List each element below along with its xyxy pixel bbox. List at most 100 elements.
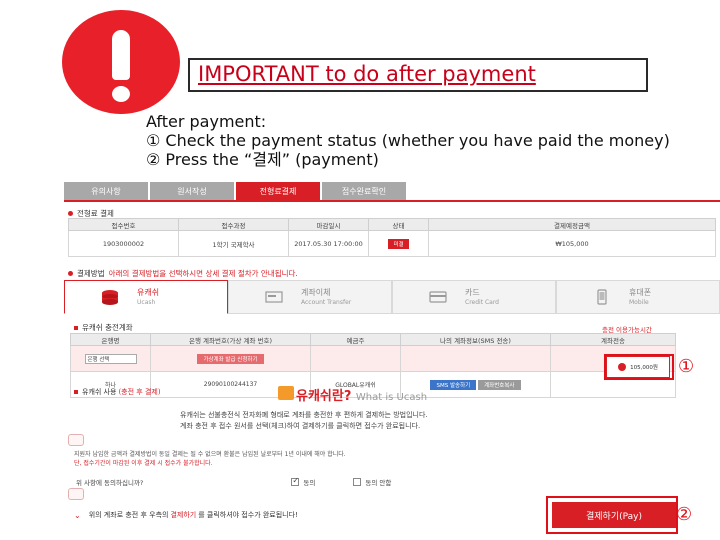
agree-question: 위 사항에 동의하십니까? bbox=[76, 479, 144, 487]
ucash-header-cell: 은행명 bbox=[70, 333, 151, 346]
virtual-account-button[interactable]: 가상계좌 발급 신청하기 bbox=[197, 353, 264, 364]
agree-yes-label: 동의 bbox=[303, 479, 316, 487]
tab-mobile-label: 휴대폰 bbox=[629, 288, 652, 297]
page-title: IMPORTANT to do after payment bbox=[198, 62, 536, 86]
table-row: 1903000002 1학기 국제학사 2017.05.30 17:00:00 … bbox=[68, 230, 716, 257]
chevron-down-icon: ⌄ bbox=[74, 510, 81, 520]
status-badge: 미결 bbox=[388, 238, 409, 249]
agreement-row: 위 사항에 동의하십니까? 동의 동의 안함 bbox=[76, 474, 676, 490]
section-payment-method-label: 결제방법 bbox=[77, 269, 105, 278]
title-box: IMPORTANT to do after payment bbox=[188, 58, 648, 92]
ucash-logo-icon bbox=[278, 386, 294, 400]
table-row: 은행 선택 가상계좌 발급 신청하기 bbox=[70, 345, 676, 372]
help-line: 유캐쉬는 선불충전식 전자화폐 형태로 계좌를 충전한 후 편하게 결제하는 방… bbox=[180, 411, 428, 419]
help-line: 계좌 충전 후 접수 원서를 선택(체크)하여 결제하기를 클릭하면 접수가 완… bbox=[180, 422, 421, 430]
tab-credit-card[interactable]: 카드 Credit Card bbox=[392, 280, 556, 314]
refund-notice: 지원자 납입한 금액과 결제방법이 동일 결제는 될 수 없으며 환불은 납입된… bbox=[74, 450, 684, 468]
agree-yes-checkbox[interactable] bbox=[291, 476, 300, 486]
ucash-header-cell: 계좌전송 bbox=[550, 333, 676, 346]
ucash-help-title-en: What is Ucash bbox=[355, 392, 428, 403]
ucash-header-cell: 예금주 bbox=[310, 333, 401, 346]
annotation-box-pay bbox=[546, 496, 678, 534]
coin-stack-icon bbox=[102, 290, 118, 305]
exclamation-bar bbox=[112, 30, 130, 80]
fee-header-cell: 마감일시 bbox=[288, 218, 369, 231]
instruction-step-1: ① Check the payment status (whether you … bbox=[146, 131, 670, 150]
tab-mobile[interactable]: 휴대폰 Mobile bbox=[556, 280, 720, 314]
fee-cell: ₩105,000 bbox=[428, 230, 716, 257]
fee-table-header: 접수번호 접수과정 마감일시 상태 결제예정금액 bbox=[68, 218, 716, 231]
section-payment-method-hint: 아래의 결제방법을 선택하시면 상세 결제 절차가 안내됩니다. bbox=[108, 269, 298, 278]
sms-send-button[interactable]: SMS 발송하기 bbox=[430, 379, 477, 390]
annotation-marker-2: ② bbox=[676, 504, 693, 525]
bank-select[interactable]: 은행 선택 bbox=[84, 353, 137, 364]
exclamation-circle-icon bbox=[62, 10, 180, 114]
agree-no-label: 동의 안함 bbox=[365, 479, 392, 487]
ucash-header-cell: 나의 계좌정보(SMS 전송) bbox=[400, 333, 551, 346]
progress-steps: 유의사항 원서작성 전형료결제 접수완료확인 bbox=[64, 182, 720, 200]
ucash-account-title-label: 유캐쉬 충전계좌 bbox=[82, 323, 133, 332]
fee-cell: 미결 bbox=[368, 230, 429, 257]
final-text-suffix: 를 클릭하셔야 접수가 완료됩니다! bbox=[198, 511, 298, 519]
ucash-help-title-ko: 유캐쉬란? bbox=[296, 389, 352, 404]
final-text-em: 결제하기 bbox=[170, 511, 197, 519]
tab-ucash-label: 유캐쉬 bbox=[137, 288, 160, 297]
final-instruction: ⌄ 위의 계좌로 충전 후 우측의 결제하기 를 클릭하셔야 접수가 완료됩니다… bbox=[74, 504, 544, 526]
tab-credit-card-label: 카드 bbox=[465, 288, 480, 297]
fee-header-cell: 상태 bbox=[368, 218, 429, 231]
fee-cell: 1학기 국제학사 bbox=[178, 230, 289, 257]
tab-ucash-sub: Ucash bbox=[137, 299, 156, 306]
ucash-use-label: 유캐쉬 사용 bbox=[82, 388, 117, 396]
ucash-cell bbox=[400, 345, 551, 372]
decor-icon bbox=[68, 434, 84, 446]
final-text-prefix: 위의 계좌로 충전 후 우측의 bbox=[88, 511, 169, 519]
bullet-icon bbox=[74, 325, 78, 330]
credit-card-icon bbox=[429, 291, 447, 303]
ucash-cell: 가상계좌 발급 신청하기 bbox=[150, 345, 311, 372]
ucash-header-cell: 은행 계좌번호(가상 계좌 번호) bbox=[150, 333, 311, 346]
bullet-icon bbox=[74, 390, 78, 394]
notice-line: 단, 접수기간이 마감된 이후 결제 시 접수가 불가합니다. bbox=[74, 460, 213, 467]
ucash-use-note: (충전 후 결제) bbox=[118, 388, 161, 396]
step-notice[interactable]: 유의사항 bbox=[64, 182, 148, 200]
ucash-use-title: 유캐쉬 사용 (충전 후 결제) bbox=[74, 387, 161, 397]
fee-header-cell: 접수과정 bbox=[178, 218, 289, 231]
ucash-cell bbox=[310, 345, 401, 372]
ucash-help-title: 유캐쉬란? What is Ucash bbox=[296, 385, 427, 404]
section-payment-method: 결제방법 아래의 결제방법을 선택하시면 상세 결제 절차가 안내됩니다. bbox=[68, 268, 298, 279]
step-application[interactable]: 원서작성 bbox=[150, 182, 234, 200]
payment-method-tabs: 유캐쉬 Ucash 계좌이체 Account Transfer 카드 Credi… bbox=[64, 280, 720, 314]
copy-account-button[interactable]: 계좌번호복사 bbox=[478, 379, 521, 390]
agree-yes-option[interactable]: 동의 bbox=[291, 476, 316, 487]
tab-account-transfer[interactable]: 계좌이체 Account Transfer bbox=[228, 280, 392, 314]
annotation-box-balance bbox=[604, 354, 674, 380]
step-payment[interactable]: 전형료결제 bbox=[236, 182, 320, 200]
ucash-account-title: 유캐쉬 충전계좌 bbox=[74, 322, 133, 333]
tab-credit-card-sub: Credit Card bbox=[465, 299, 499, 306]
fee-cell: 2017.05.30 17:00:00 bbox=[288, 230, 369, 257]
bullet-icon bbox=[68, 211, 73, 216]
fee-header-cell: 접수번호 bbox=[68, 218, 179, 231]
agree-no-option[interactable]: 동의 안함 bbox=[353, 477, 391, 487]
instruction-step-2: ② Press the “결제” (payment) bbox=[146, 150, 379, 169]
steps-divider bbox=[64, 200, 720, 202]
tab-account-transfer-sub: Account Transfer bbox=[301, 299, 352, 306]
bullet-icon bbox=[68, 271, 73, 276]
fee-table: 접수번호 접수과정 마감일시 상태 결제예정금액 1903000002 1학기 … bbox=[68, 218, 716, 257]
bank-card-icon bbox=[265, 291, 283, 303]
notice-line: 지원자 납입한 금액과 결제방법이 동일 결제는 될 수 없으며 환불은 납입된… bbox=[74, 451, 346, 458]
exclamation-dot bbox=[112, 86, 130, 102]
agree-no-checkbox[interactable] bbox=[353, 478, 362, 486]
instruction-intro: After payment: bbox=[146, 112, 267, 131]
instructions: After payment: ① Check the payment statu… bbox=[146, 112, 670, 169]
mobile-phone-icon bbox=[597, 289, 607, 305]
tab-account-transfer-label: 계좌이체 bbox=[301, 288, 331, 297]
fee-header-cell: 결제예정금액 bbox=[428, 218, 716, 231]
ucash-cell: 은행 선택 bbox=[70, 345, 151, 372]
tab-mobile-sub: Mobile bbox=[629, 299, 649, 306]
ucash-table-header: 은행명 은행 계좌번호(가상 계좌 번호) 예금주 나의 계좌정보(SMS 전송… bbox=[70, 333, 676, 346]
ucash-help-text: 유캐쉬는 선불충전식 전자화폐 형태로 계좌를 충전한 후 편하게 결제하는 방… bbox=[180, 410, 428, 432]
step-complete[interactable]: 접수완료확인 bbox=[322, 182, 406, 200]
tab-ucash[interactable]: 유캐쉬 Ucash bbox=[64, 280, 228, 314]
fee-cell: 1903000002 bbox=[68, 230, 179, 257]
